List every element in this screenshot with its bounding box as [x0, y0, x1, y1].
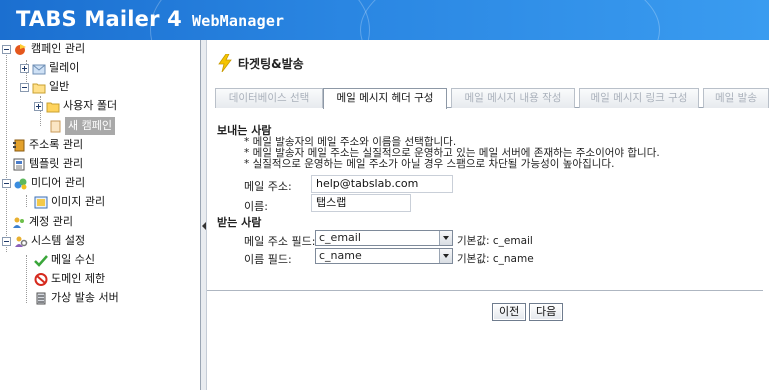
tab-label: 메일 발송 — [715, 92, 757, 104]
image-icon — [34, 196, 48, 209]
open-folder-icon — [32, 81, 46, 94]
header-decoration — [360, 0, 660, 40]
receiver-email-field-label: 메일 주소 필드: — [244, 235, 316, 248]
tab-link-config[interactable]: 메일 메시지 링크 구성 — [579, 88, 699, 108]
tab-label: 메일 메시지 내용 작성 — [464, 92, 562, 104]
sidebar-item-label: 가상 발송 서버 — [51, 291, 119, 304]
collapse-icon[interactable] — [2, 178, 11, 188]
tab-database-select[interactable]: 데이터베이스 선택 — [215, 88, 323, 108]
sidebar-item-template[interactable]: 템플릿 관리 — [2, 155, 83, 173]
sidebar-item-account[interactable]: 계정 관리 — [2, 213, 73, 231]
sender-email-field[interactable]: help@tabslab.com — [311, 175, 453, 193]
chevron-down-icon[interactable] — [439, 231, 452, 245]
select-value: c_email — [319, 231, 361, 244]
sidebar-item-campaign[interactable]: 캠페인 관리 — [2, 40, 85, 58]
sender-email-label: 메일 주소: — [244, 180, 292, 193]
sidebar-item-label: 주소록 관리 — [29, 138, 84, 151]
sidebar-item-image[interactable]: 이미지 관리 — [34, 193, 105, 211]
checkmark-icon — [34, 254, 48, 267]
media-icon — [14, 177, 28, 190]
receiver-name-field-select[interactable]: c_name — [315, 248, 453, 264]
sidebar-item-label: 일반 — [49, 80, 70, 93]
sender-name-field[interactable]: 탭스랩 — [311, 194, 411, 212]
addressbook-icon — [12, 139, 26, 152]
sidebar-item-label: 메일 수신 — [51, 253, 95, 266]
tab-content-write[interactable]: 메일 메시지 내용 작성 — [451, 88, 575, 108]
page-title: 타겟팅&발송 — [238, 56, 304, 71]
account-icon — [12, 216, 26, 229]
tab-label: 메일 메시지 링크 구성 — [590, 92, 688, 104]
tab-label: 데이터베이스 선택 — [228, 92, 310, 104]
app-header: TABS Mailer 4 WebManager — [0, 0, 769, 40]
form-divider — [207, 290, 763, 291]
sidebar-item-label: 캠페인 관리 — [31, 42, 86, 55]
sidebar-item-label: 계정 관리 — [29, 215, 73, 228]
lightning-icon — [217, 53, 233, 73]
sidebar-item-label: 미디어 관리 — [31, 176, 86, 189]
server-icon — [34, 292, 48, 305]
sidebar-item-user-folder[interactable]: 사용자 폴더 — [34, 97, 117, 115]
sidebar-tree: 캠페인 관리 릴레이 일반 사용자 폴더 새 캠페인 주소록 관리 템플릿 관리… — [0, 40, 201, 390]
tab-header-config[interactable]: 메일 메시지 헤더 구성 — [323, 88, 447, 109]
collapse-icon[interactable] — [2, 44, 11, 54]
sidebar-item-media[interactable]: 미디어 관리 — [2, 174, 85, 192]
tree-line — [26, 195, 27, 207]
sidebar-item-new-campaign[interactable]: 새 캠페인 — [48, 117, 115, 135]
block-icon — [34, 272, 48, 286]
sender-name-label: 이름: — [244, 200, 268, 213]
tree-line — [26, 255, 27, 303]
sidebar-item-mail-receive[interactable]: 메일 수신 — [34, 251, 95, 269]
app-subtitle: WebManager — [191, 12, 285, 30]
receiver-name-default: 기본값: c_name — [457, 253, 534, 265]
sidebar-item-label: 도메인 제한 — [51, 272, 106, 285]
sidebar-item-label: 릴레이 — [49, 61, 80, 74]
sidebar-item-virtual-server[interactable]: 가상 발송 서버 — [34, 289, 119, 307]
sidebar-item-general[interactable]: 일반 — [20, 78, 69, 96]
receiver-email-field-select[interactable]: c_email — [315, 230, 453, 246]
page-header: 타겟팅&발송 — [217, 53, 304, 73]
expand-icon[interactable] — [20, 63, 29, 73]
tab-send[interactable]: 메일 발송 — [703, 88, 769, 108]
tab-label: 메일 메시지 헤더 구성 — [336, 92, 434, 104]
template-icon — [12, 158, 26, 171]
receiver-section-title: 받는 사람 — [217, 216, 262, 229]
mail-folder-icon — [32, 62, 46, 75]
expand-icon[interactable] — [34, 101, 43, 111]
app-title-text: TABS Mailer 4 — [16, 7, 182, 31]
campaign-icon — [14, 43, 28, 56]
receiver-email-default: 기본값: c_email — [457, 235, 533, 247]
sidebar-item-label: 새 캠페인 — [65, 117, 115, 135]
chevron-down-icon[interactable] — [439, 249, 452, 263]
page-icon — [48, 120, 62, 133]
app-title: TABS Mailer 4 WebManager — [16, 7, 284, 31]
sidebar-item-label: 시스템 설정 — [31, 234, 86, 247]
sidebar-item-addressbook[interactable]: 주소록 관리 — [2, 136, 83, 154]
settings-icon — [14, 235, 28, 248]
main-panel: 타겟팅&발송 데이터베이스 선택 메일 메시지 헤더 구성 메일 메시지 내용 … — [207, 40, 769, 390]
collapse-icon[interactable] — [2, 236, 11, 246]
prev-button[interactable]: 이전 — [492, 303, 527, 321]
collapse-arrow-icon[interactable] — [202, 222, 206, 230]
folder-icon — [46, 100, 60, 113]
next-button[interactable]: 다음 — [529, 303, 564, 321]
wizard-tabs: 데이터베이스 선택 메일 메시지 헤더 구성 메일 메시지 내용 작성 메일 메… — [215, 88, 769, 109]
sender-note: * 실질적으로 운영하는 메일 주소가 아닐 경우 스팸으로 차단될 가능성이 … — [244, 158, 615, 170]
sidebar-item-label: 사용자 폴더 — [63, 99, 118, 112]
sidebar-item-system[interactable]: 시스템 설정 — [2, 232, 85, 250]
collapse-icon[interactable] — [20, 82, 29, 92]
sidebar-item-relay[interactable]: 릴레이 — [20, 59, 79, 77]
select-value: c_name — [319, 249, 362, 262]
sidebar-item-domain-limit[interactable]: 도메인 제한 — [34, 270, 105, 288]
sidebar-item-label: 이미지 관리 — [51, 195, 106, 208]
sidebar-item-label: 템플릿 관리 — [29, 157, 84, 170]
receiver-name-field-label: 이름 필드: — [244, 253, 292, 266]
